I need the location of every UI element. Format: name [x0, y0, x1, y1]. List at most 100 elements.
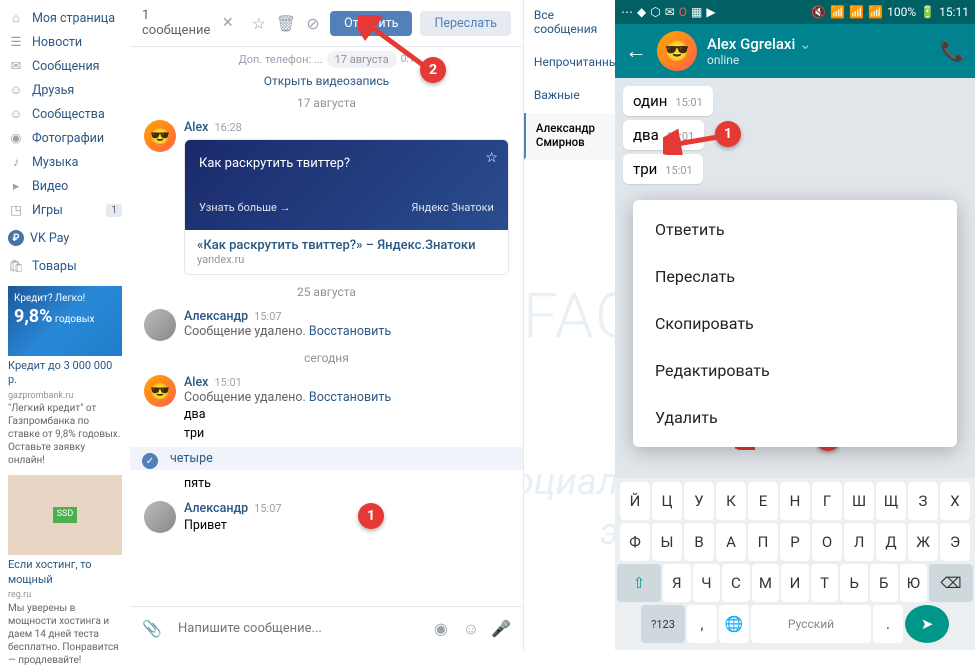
comma-key[interactable]: , [687, 605, 717, 643]
key[interactable]: Ф [620, 523, 650, 561]
message-text[interactable]: три [184, 424, 509, 443]
key[interactable]: Ч [693, 564, 721, 602]
key[interactable]: В [684, 523, 714, 561]
key[interactable]: П [748, 523, 778, 561]
message-row[interactable]: Александр15:07 Привет [136, 497, 517, 539]
key[interactable]: А [716, 523, 746, 561]
key[interactable]: Г [812, 482, 842, 520]
message-bubble[interactable]: три15:01 [623, 154, 703, 184]
key[interactable]: З [908, 482, 938, 520]
sidebar-item-groups[interactable]: ☺Сообщества [0, 102, 130, 126]
key[interactable]: О [812, 523, 842, 561]
spam-icon[interactable]: ⊘ [304, 13, 322, 33]
restore-link[interactable]: Восстановить [309, 324, 391, 339]
trash-icon[interactable]: 🗑 [276, 13, 296, 33]
key[interactable]: Л [844, 523, 874, 561]
sidebar-item-messages[interactable]: ✉Сообщения [0, 54, 130, 78]
tab-contact[interactable]: Александр Смирнов [524, 113, 628, 160]
reply-button[interactable]: Ответить [330, 11, 412, 36]
message-text[interactable]: пять [184, 474, 211, 493]
video-icon: ▸ [8, 178, 24, 194]
clock: 15:11 [939, 5, 969, 19]
key[interactable]: Ь [840, 564, 868, 602]
message-bubble[interactable]: один15:01 [623, 86, 713, 116]
chat-header[interactable]: ← 😎 Alex Ggrelaxi ⌄ online 📞 [615, 24, 975, 78]
key[interactable]: К [716, 482, 746, 520]
sidebar-item-games[interactable]: ◳Игры1 [0, 198, 130, 222]
vkpay-icon: ₽ [8, 230, 24, 246]
sidebar-item-news[interactable]: ☰Новости [0, 30, 130, 54]
sidebar-item-vkpay[interactable]: ₽VK Pay [0, 222, 130, 254]
key[interactable]: Ю [900, 564, 928, 602]
key[interactable]: Н [780, 482, 810, 520]
link-card[interactable]: ☆ Как раскрутить твиттер? Узнать больше … [184, 139, 509, 275]
annotation-badge-1: 1 [358, 503, 384, 529]
shift-key[interactable]: ⇧ [617, 564, 661, 602]
key[interactable]: Р [780, 523, 810, 561]
key[interactable]: М [752, 564, 780, 602]
sidebar: ⌂Моя страница ☰Новости ✉Сообщения ☺Друзь… [0, 0, 130, 650]
key[interactable]: Ы [652, 523, 682, 561]
sidebar-item-goods[interactable]: 🛍Товары [0, 254, 130, 278]
key[interactable]: Ш [844, 482, 874, 520]
menu-forward[interactable]: Переслать [633, 253, 957, 300]
message-text[interactable]: два [184, 405, 509, 424]
message-selected[interactable]: ✓ четыре [130, 447, 523, 470]
key[interactable]: Д [876, 523, 906, 561]
messages-list: Доп. телефон: ...17 августа0:1 Открыть в… [130, 47, 523, 606]
numbers-key[interactable]: ?123 [641, 605, 685, 643]
forward-button[interactable]: Переслать [420, 11, 510, 36]
call-icon[interactable]: 📞 [940, 39, 965, 63]
star-icon[interactable]: ☆ [250, 13, 268, 33]
key[interactable]: И [781, 564, 809, 602]
key[interactable]: Й [620, 482, 650, 520]
message-bubble[interactable]: два15:01 [623, 120, 704, 150]
key[interactable]: Ц [652, 482, 682, 520]
key[interactable]: С [722, 564, 750, 602]
enter-key[interactable]: ➤ [905, 605, 949, 643]
mobile-screenshot: ⋯◆⬡✉O▦▶ 🔇📶📶📶 100%🔋 15:11 ← 😎 Alex Ggrela… [615, 0, 975, 650]
sidebar-item-home[interactable]: ⌂Моя страница [0, 6, 130, 30]
menu-reply[interactable]: Ответить [633, 206, 957, 253]
key[interactable]: Э [940, 523, 970, 561]
back-icon[interactable]: ← [625, 38, 647, 64]
sidebar-item-photos[interactable]: ◉Фотографии [0, 126, 130, 150]
key[interactable]: Щ [876, 482, 906, 520]
avatar[interactable]: 😎 [657, 31, 697, 71]
key[interactable]: Я [663, 564, 691, 602]
key[interactable]: Ж [908, 523, 938, 561]
space-key[interactable]: Русский [751, 605, 871, 643]
camera-icon[interactable]: ◉ [431, 619, 451, 639]
sidebar-item-video[interactable]: ▸Видео [0, 174, 130, 198]
message-row[interactable]: 😎 Alex16:28 ☆ Как раскрутить твиттер? Уз… [136, 116, 517, 279]
emoji-icon[interactable]: ☺ [461, 619, 481, 639]
period-key[interactable]: . [873, 605, 903, 643]
music-icon: ♪ [8, 154, 24, 170]
key[interactable]: У [684, 482, 714, 520]
mic-icon[interactable]: 🎤 [491, 619, 511, 639]
tab-unread[interactable]: Непрочитанные [524, 47, 628, 80]
ad-2[interactable]: SSD Если хостинг, то мощный reg.ru Мы ув… [8, 475, 122, 666]
menu-edit[interactable]: Редактировать [633, 347, 957, 394]
message-input[interactable] [172, 615, 421, 642]
sidebar-item-friends[interactable]: ☺Друзья [0, 78, 130, 102]
ad-1[interactable]: Кредит? Легко!9,8% годовых Кредит до 3 0… [8, 286, 122, 467]
backspace-key[interactable]: ⌫ [929, 564, 973, 602]
sidebar-item-music[interactable]: ♪Музыка [0, 150, 130, 174]
key[interactable]: Х [940, 482, 970, 520]
key[interactable]: Е [748, 482, 778, 520]
key[interactable]: Б [870, 564, 898, 602]
attach-icon[interactable]: 📎 [142, 619, 162, 639]
clear-selection[interactable]: ✕ [222, 15, 234, 31]
tab-all[interactable]: Все сообщения [524, 0, 628, 47]
restore-link[interactable]: Восстановить [309, 390, 391, 405]
tab-important[interactable]: Важные [524, 80, 628, 113]
message-row[interactable]: 😎 Alex15:01 Сообщение удалено. Восстанов… [136, 371, 517, 447]
menu-copy[interactable]: Скопировать [633, 300, 957, 347]
menu-delete[interactable]: Удалить [633, 394, 957, 441]
key[interactable]: Т [811, 564, 839, 602]
globe-key[interactable]: 🌐 [719, 605, 749, 643]
message-row[interactable]: Александр15:07 Сообщение удалено. Восста… [136, 305, 517, 345]
open-video-link[interactable]: Открыть видеозапись [264, 74, 389, 88]
notif-icon: ⋯ [621, 5, 633, 19]
